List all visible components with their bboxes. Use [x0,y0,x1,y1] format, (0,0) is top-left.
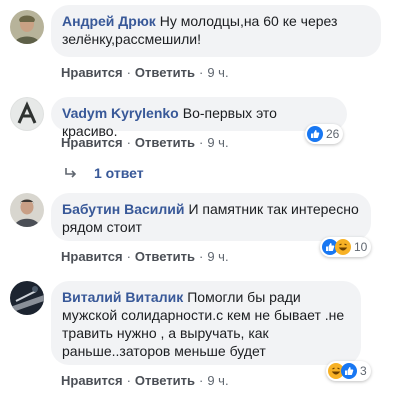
reaction-summary[interactable]: 26 [305,124,344,144]
separator: · [126,135,131,150]
like-button[interactable]: Нравится [61,135,123,150]
reply-button[interactable]: Ответить [135,65,195,80]
comment-timestamp[interactable]: 9 ч. [207,135,228,150]
comment-actions: Нравится · Ответить · 9 ч. [61,249,229,265]
comment-bubble: Андрей Дрюк Ну молодцы,на 60 ке через зел… [51,5,381,57]
reply-arrow-icon [65,168,77,178]
separator: · [126,373,131,388]
avatar[interactable] [10,281,44,315]
haha-icon [335,239,351,255]
separator: · [126,249,131,264]
separator: · [198,135,204,150]
avatar[interactable] [10,193,44,227]
avatar[interactable] [10,97,44,131]
comment-author[interactable]: Андрей Дрюк [62,13,156,29]
view-replies-link[interactable]: 1 ответ [64,165,144,181]
replies-count-label[interactable]: 1 ответ [94,165,144,181]
like-icon [341,363,357,379]
reply-button[interactable]: Ответить [135,373,195,388]
comment-timestamp[interactable]: 9 ч. [207,65,228,80]
reaction-summary[interactable]: 3 [326,361,371,381]
comment-actions: Нравится · Ответить · 9 ч. [61,65,229,81]
like-button[interactable]: Нравится [61,249,123,264]
comment-bubble: Бабутин Василий И памятник так интересно … [51,193,371,241]
like-icon [307,126,323,142]
comment-actions: Нравится · Ответить · 9 ч. [61,135,229,151]
separator: · [198,65,204,80]
comment-author[interactable]: Виталий Виталик [62,289,183,305]
comment-timestamp[interactable]: 9 ч. [207,373,228,388]
like-button[interactable]: Нравится [61,65,123,80]
comment-author[interactable]: Бабутин Василий [62,201,184,217]
like-button[interactable]: Нравится [61,373,123,388]
separator: · [126,65,131,80]
reply-button[interactable]: Ответить [135,135,195,150]
reaction-count: 26 [326,127,340,141]
separator: · [198,373,204,388]
reaction-count: 10 [354,240,368,254]
reaction-summary[interactable]: 10 [320,237,372,257]
comment-timestamp[interactable]: 9 ч. [207,249,228,264]
avatar[interactable] [10,10,44,44]
comment-author[interactable]: Vadym Kyrylenko [62,105,179,121]
comment-actions: Нравится · Ответить · 9 ч. [61,373,229,389]
reaction-count: 3 [360,364,367,378]
reply-button[interactable]: Ответить [135,249,195,264]
separator: · [198,249,204,264]
comment-bubble: Vadym Kyrylenko Во-первых это красиво. [51,97,347,139]
comment-bubble: Виталий Виталик Помогли бы ради мужской с… [51,281,361,365]
